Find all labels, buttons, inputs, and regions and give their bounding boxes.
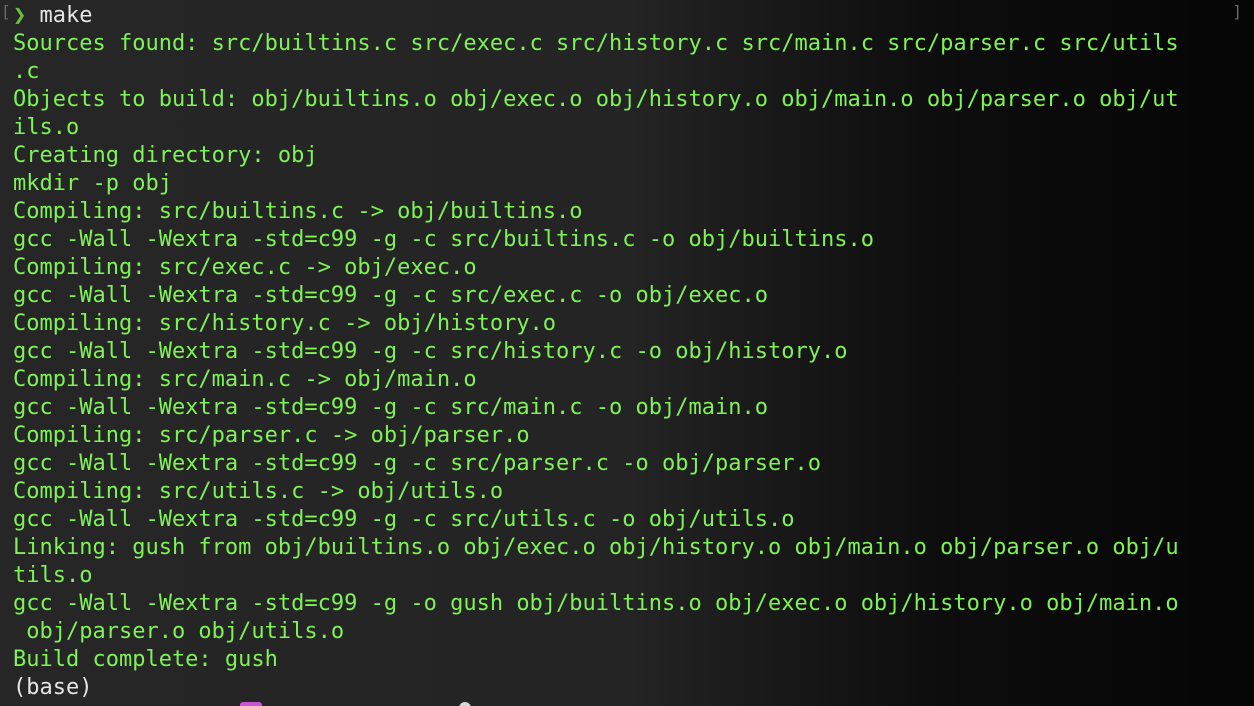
output-line: gcc -Wall -Wextra -std=c99 -g -c src/uti… xyxy=(13,507,795,532)
output-line: Compiling: src/main.c -> obj/main.o xyxy=(13,367,477,392)
output-line: Compiling: src/exec.c -> obj/exec.o xyxy=(13,255,477,280)
output-line: gcc -Wall -Wextra -std=c99 -g -c src/par… xyxy=(13,451,821,476)
output-line: tils.o xyxy=(13,563,93,588)
prompt-line: ❯ make xyxy=(13,2,1245,30)
output-line: Linking: gush from obj/builtins.o obj/ex… xyxy=(13,535,1179,560)
output-line: gcc -Wall -Wextra -std=c99 -g -c src/exe… xyxy=(13,283,768,308)
output-line: obj/parser.o obj/utils.o xyxy=(13,619,345,644)
output-line: gcc -Wall -Wextra -std=c99 -g -c src/his… xyxy=(13,339,848,364)
command-text: make xyxy=(39,3,93,28)
output-line: Objects to build: obj/builtins.o obj/exe… xyxy=(13,87,1179,112)
output-line: gcc -Wall -Wextra -std=c99 -g -o gush ob… xyxy=(13,591,1179,616)
output-line: Compiling: src/history.c -> obj/history.… xyxy=(13,311,557,336)
build-output: Sources found: src/builtins.c src/exec.c… xyxy=(13,30,1245,674)
output-line: gcc -Wall -Wextra -std=c99 -g -c src/mai… xyxy=(13,395,768,420)
output-line: Creating directory: obj xyxy=(13,143,318,168)
dock-app-icon xyxy=(240,702,262,706)
output-line: .c xyxy=(13,59,40,84)
prompt-chevron-icon: ❯ xyxy=(13,3,27,28)
output-line: Compiling: src/parser.c -> obj/parser.o xyxy=(13,423,530,448)
output-line: Sources found: src/builtins.c src/exec.c… xyxy=(13,31,1179,56)
terminal-output: ❯ make Sources found: src/builtins.c src… xyxy=(13,2,1245,702)
dock-app-icon xyxy=(459,702,471,706)
output-line: Compiling: src/utils.c -> obj/utils.o xyxy=(13,479,504,504)
output-line: Compiling: src/builtins.c -> obj/builtin… xyxy=(13,199,583,224)
output-line: mkdir -p obj xyxy=(13,171,172,196)
left-bracket-marker: [ xyxy=(1,2,11,21)
conda-env-prompt[interactable]: (base) xyxy=(13,674,1245,702)
terminal-window[interactable]: [ ] ❯ make Sources found: src/builtins.c… xyxy=(0,0,1254,706)
output-line: gcc -Wall -Wextra -std=c99 -g -c src/bui… xyxy=(13,227,874,252)
output-line: ils.o xyxy=(13,115,80,140)
output-line: Build complete: gush xyxy=(13,647,278,672)
